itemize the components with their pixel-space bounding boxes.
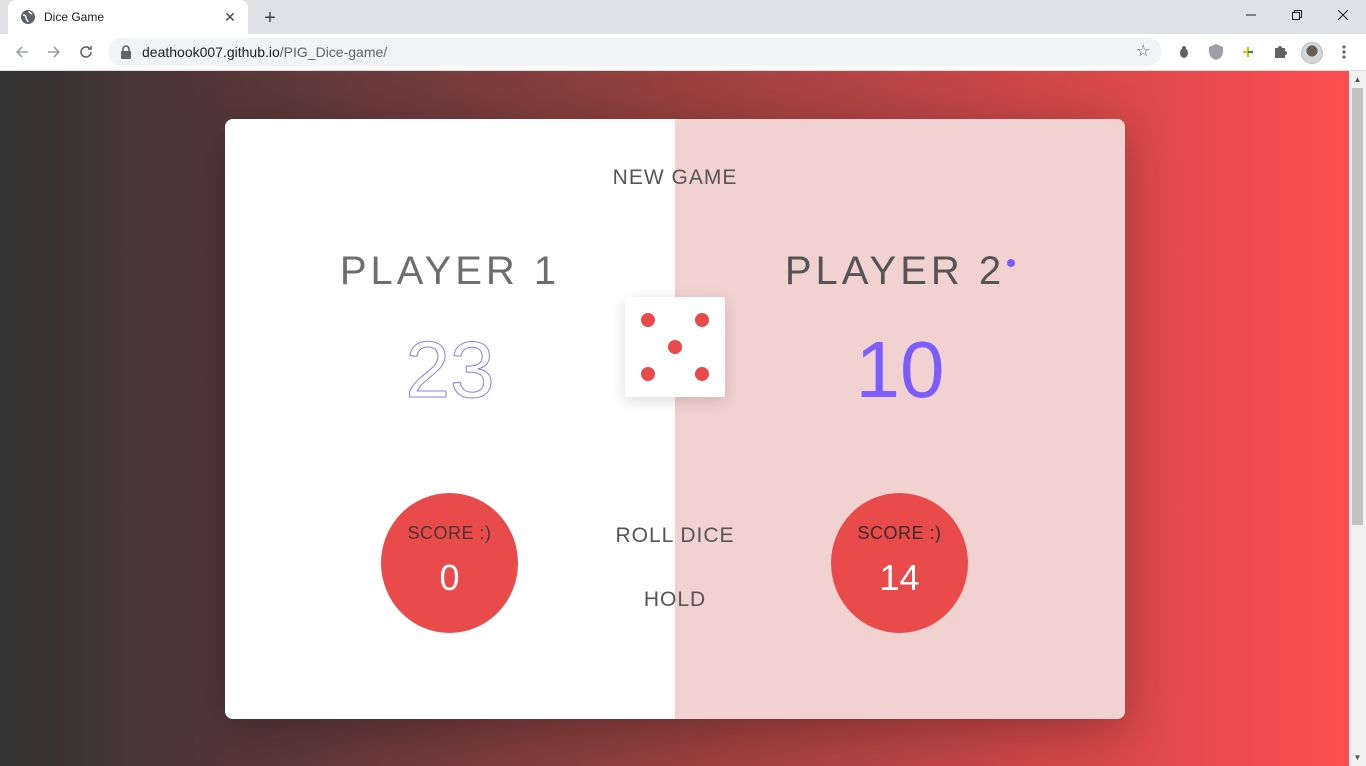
dice-pip	[641, 313, 655, 327]
minimize-button[interactable]	[1228, 0, 1274, 30]
scroll-up-arrow-icon[interactable]: ▲	[1349, 71, 1366, 88]
restore-button[interactable]	[1274, 0, 1320, 30]
dice-five-icon	[625, 297, 725, 397]
new-game-button[interactable]: NEW GAME	[550, 166, 800, 190]
player-2-name: PLAYER 2	[675, 249, 1125, 294]
player-1-current-score: 0	[439, 557, 460, 598]
tab-title: Dice Game	[44, 10, 105, 24]
globe-icon	[20, 9, 36, 25]
kebab-menu-icon[interactable]	[1334, 42, 1354, 62]
dice-pip	[695, 313, 709, 327]
game-wrapper: PLAYER 1 23 SCORE :) 0 PLAYER 2 10 SCORE…	[225, 119, 1125, 719]
puzzle-extensions-icon[interactable]	[1270, 42, 1290, 62]
player-2-current-score: 14	[879, 557, 920, 598]
player-2-name-text: PLAYER 2	[784, 249, 1006, 293]
lock-icon	[120, 45, 134, 59]
player-2-panel: PLAYER 2 10 SCORE :) 14	[675, 119, 1125, 719]
player-2-score: 10	[855, 325, 945, 414]
scrollbar-thumb[interactable]	[1352, 88, 1363, 525]
dice-pip	[668, 340, 682, 354]
player-1-score: 23	[405, 325, 495, 415]
back-arrow-icon[interactable]	[8, 38, 36, 66]
plus-extension-icon[interactable]	[1238, 42, 1258, 62]
player-1-panel: PLAYER 1 23 SCORE :) 0	[225, 119, 675, 719]
url-path: /PIG_Dice-game/	[279, 44, 388, 60]
forward-arrow-icon[interactable]	[40, 38, 68, 66]
close-window-button[interactable]	[1320, 0, 1366, 30]
dice-pip	[695, 367, 709, 381]
address-bar[interactable]: deathook007.github.io/PIG_Dice-game/ ☆	[108, 38, 1162, 66]
url-host: deathook007.github.io	[142, 44, 280, 60]
player-2-current-box: SCORE :) 14	[831, 493, 968, 633]
player-1-current-box: SCORE :) 0	[381, 493, 518, 633]
browser-tab[interactable]: Dice Game ✕	[8, 0, 248, 34]
roll-dice-button[interactable]: ROLL DICE	[550, 524, 800, 548]
player-2-current-label: SCORE :)	[857, 523, 942, 543]
player-1-current-label: SCORE :)	[407, 523, 492, 543]
browser-tabstrip: Dice Game ✕ +	[0, 0, 1366, 34]
player-1-name-text: PLAYER 1	[339, 249, 561, 293]
page-scrollbar[interactable]: ▲ ▼	[1349, 71, 1366, 766]
scroll-down-arrow-icon[interactable]: ▼	[1349, 749, 1366, 766]
reload-icon[interactable]	[72, 38, 100, 66]
new-tab-button[interactable]: +	[258, 6, 282, 30]
profile-avatar[interactable]	[1301, 42, 1323, 64]
hold-button[interactable]: HOLD	[550, 588, 800, 612]
browser-toolbar: deathook007.github.io/PIG_Dice-game/ ☆	[0, 34, 1366, 71]
bookmark-star-icon[interactable]: ☆	[1136, 44, 1152, 60]
page-viewport: PLAYER 1 23 SCORE :) 0 PLAYER 2 10 SCORE…	[0, 71, 1349, 766]
shield-extension-icon[interactable]	[1206, 42, 1226, 62]
close-tab-icon[interactable]: ✕	[222, 9, 238, 25]
bug-extension-icon[interactable]	[1174, 42, 1194, 62]
active-player-dot-icon	[1007, 259, 1016, 267]
dice-pip	[641, 367, 655, 381]
player-1-name: PLAYER 1	[225, 249, 675, 294]
